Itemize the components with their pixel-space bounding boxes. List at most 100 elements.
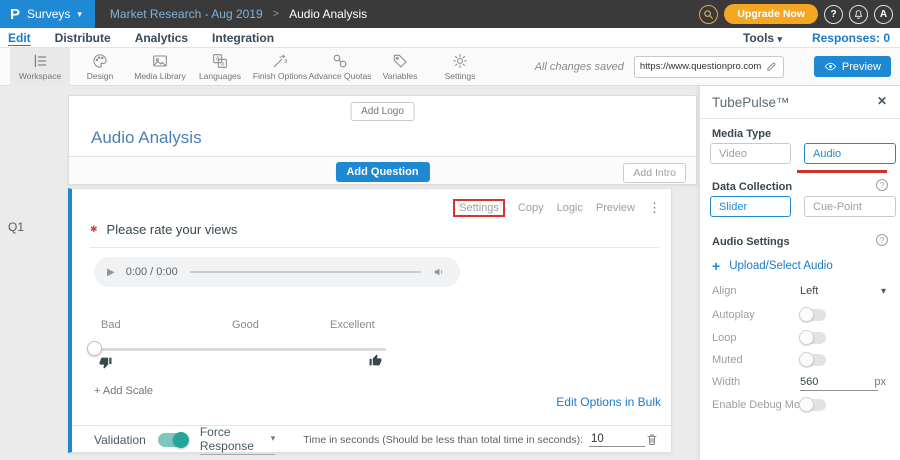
edit-options-in-bulk-link[interactable]: Edit Options in Bulk <box>556 395 661 409</box>
panel-title: TubePulse™ <box>712 95 790 110</box>
validation-toggle[interactable] <box>158 433 188 447</box>
bell-icon <box>853 9 864 20</box>
validation-label: Validation <box>94 433 146 447</box>
audio-player: ▶ 0:00 / 0:00 <box>94 257 460 287</box>
close-icon[interactable]: ✕ <box>877 94 887 108</box>
upgrade-now-button[interactable]: Upgrade Now <box>724 4 818 24</box>
question-action-preview[interactable]: Preview <box>596 202 635 214</box>
add-intro-button[interactable]: Add Intro <box>623 163 686 183</box>
more-options-icon[interactable]: ⋮ <box>648 200 661 216</box>
svg-text:A: A <box>216 56 220 62</box>
breadcrumb: Market Research - Aug 2019 > Audio Analy… <box>110 7 367 21</box>
delete-question-button[interactable] <box>645 432 659 447</box>
toggle-knob <box>173 432 189 448</box>
align-value[interactable]: Left <box>800 285 818 297</box>
eye-icon <box>824 60 837 73</box>
palette-icon <box>92 53 108 69</box>
svg-text:a: a <box>221 61 225 67</box>
data-collection-help-icon[interactable]: ? <box>876 179 888 191</box>
question-action-copy[interactable]: Copy <box>518 202 544 214</box>
muted-toggle[interactable] <box>800 354 826 366</box>
preview-button[interactable]: Preview <box>814 56 891 77</box>
time-in-seconds-input[interactable] <box>589 432 645 447</box>
add-question-button[interactable]: Add Question <box>335 162 429 182</box>
question-action-settings-highlighted[interactable]: Settings <box>453 199 505 217</box>
toolbar-item-media-library[interactable]: Media Library <box>130 48 190 86</box>
breadcrumb-separator-icon: > <box>273 8 279 20</box>
width-row: Width 560 px <box>712 376 886 392</box>
data-collection-cuepoint-button[interactable]: Cue-Point <box>804 196 896 217</box>
topbar-actions: Upgrade Now ? A <box>699 4 893 24</box>
surveys-menu[interactable]: P Surveys ▾ <box>0 0 95 28</box>
tab-analytics[interactable]: Analytics <box>135 31 188 45</box>
avatar[interactable]: A <box>874 5 893 24</box>
toolbar-item-design[interactable]: Design <box>70 48 130 86</box>
volume-icon[interactable] <box>433 265 447 279</box>
gear-icon <box>452 53 468 69</box>
toggle-knob <box>799 307 814 322</box>
translate-icon: Aa <box>212 53 228 69</box>
section-nav: Edit Distribute Analytics Integration To… <box>0 28 900 48</box>
validation-mode-dropdown[interactable]: Force Response ▾ <box>200 425 275 455</box>
upload-select-audio-link[interactable]: + Upload/Select Audio <box>712 258 833 274</box>
toolbar-item-variables[interactable]: Variables <box>370 48 430 86</box>
loop-toggle[interactable] <box>800 332 826 344</box>
panel-divider <box>700 118 900 119</box>
audio-annotation-underline <box>797 170 887 173</box>
toolbar-item-languages[interactable]: Aa Languages <box>190 48 250 86</box>
survey-title[interactable]: Audio Analysis <box>91 128 202 148</box>
toolbar-item-advance-quotas[interactable]: Advance Quotas <box>310 48 370 86</box>
debug-label: Enable Debug Mode <box>712 399 812 411</box>
add-scale-link[interactable]: + Add Scale <box>94 385 153 397</box>
magic-wand-icon <box>272 53 288 69</box>
breadcrumb-current: Audio Analysis <box>289 7 367 21</box>
plus-icon: + <box>712 258 720 274</box>
rating-slider-handle[interactable] <box>87 341 102 356</box>
add-logo-button[interactable]: Add Logo <box>350 102 415 121</box>
breadcrumb-folder[interactable]: Market Research - Aug 2019 <box>110 7 263 21</box>
survey-header-card: Add Logo Audio Analysis Add Question Add… <box>68 95 697 185</box>
help-button[interactable]: ? <box>824 5 843 24</box>
chevron-down-icon: ▾ <box>777 34 782 44</box>
audio-settings-label: Audio Settings <box>712 236 790 248</box>
surveys-menu-label: Surveys <box>27 7 70 21</box>
width-input[interactable]: 560 <box>800 376 878 391</box>
muted-row: Muted <box>712 354 886 370</box>
responses-count[interactable]: Responses: 0 <box>812 31 890 45</box>
chevron-down-icon[interactable]: ▾ <box>881 286 886 297</box>
play-icon[interactable]: ▶ <box>107 267 115 278</box>
player-progress-bar[interactable] <box>190 271 421 273</box>
player-time: 0:00 / 0:00 <box>126 266 178 278</box>
autoplay-label: Autoplay <box>712 309 755 321</box>
tab-distribute[interactable]: Distribute <box>55 31 111 45</box>
scale-label-good: Good <box>232 319 259 331</box>
muted-label: Muted <box>712 354 743 366</box>
tools-menu[interactable]: Tools ▾ <box>743 31 782 45</box>
media-type-video-button[interactable]: Video <box>710 143 791 164</box>
autoplay-toggle[interactable] <box>800 309 826 321</box>
questionpro-survey-editor: P Surveys ▾ Market Research - Aug 2019 >… <box>0 0 900 460</box>
survey-url-input[interactable] <box>635 61 761 72</box>
question-text[interactable]: Please rate your views <box>107 222 238 237</box>
media-type-audio-button[interactable]: Audio <box>804 143 896 164</box>
autoplay-row: Autoplay <box>712 309 886 325</box>
data-collection-slider-button[interactable]: Slider <box>710 196 791 217</box>
required-asterisk-icon: ✱ <box>90 224 98 235</box>
toolbar-item-workspace[interactable]: Workspace <box>10 48 70 86</box>
edit-url-button[interactable] <box>761 57 783 77</box>
search-button[interactable] <box>699 5 718 24</box>
loop-row: Loop <box>712 332 886 348</box>
question-action-logic[interactable]: Logic <box>557 202 583 214</box>
question-actions: Settings Copy Logic Preview ⋮ <box>453 199 661 217</box>
debug-toggle[interactable] <box>800 399 826 411</box>
tab-edit[interactable]: Edit <box>8 31 31 45</box>
rating-slider-track[interactable] <box>94 348 386 351</box>
scale-label-bad: Bad <box>101 319 121 331</box>
tab-integration[interactable]: Integration <box>212 31 274 45</box>
audio-settings-help-icon[interactable]: ? <box>876 234 888 246</box>
save-status: All changes saved <box>535 61 624 73</box>
toolbar-item-finish-options[interactable]: Finish Options <box>250 48 310 86</box>
toolbar-item-settings[interactable]: Settings <box>430 48 490 86</box>
notifications-button[interactable] <box>849 5 868 24</box>
survey-url-box <box>634 56 784 78</box>
